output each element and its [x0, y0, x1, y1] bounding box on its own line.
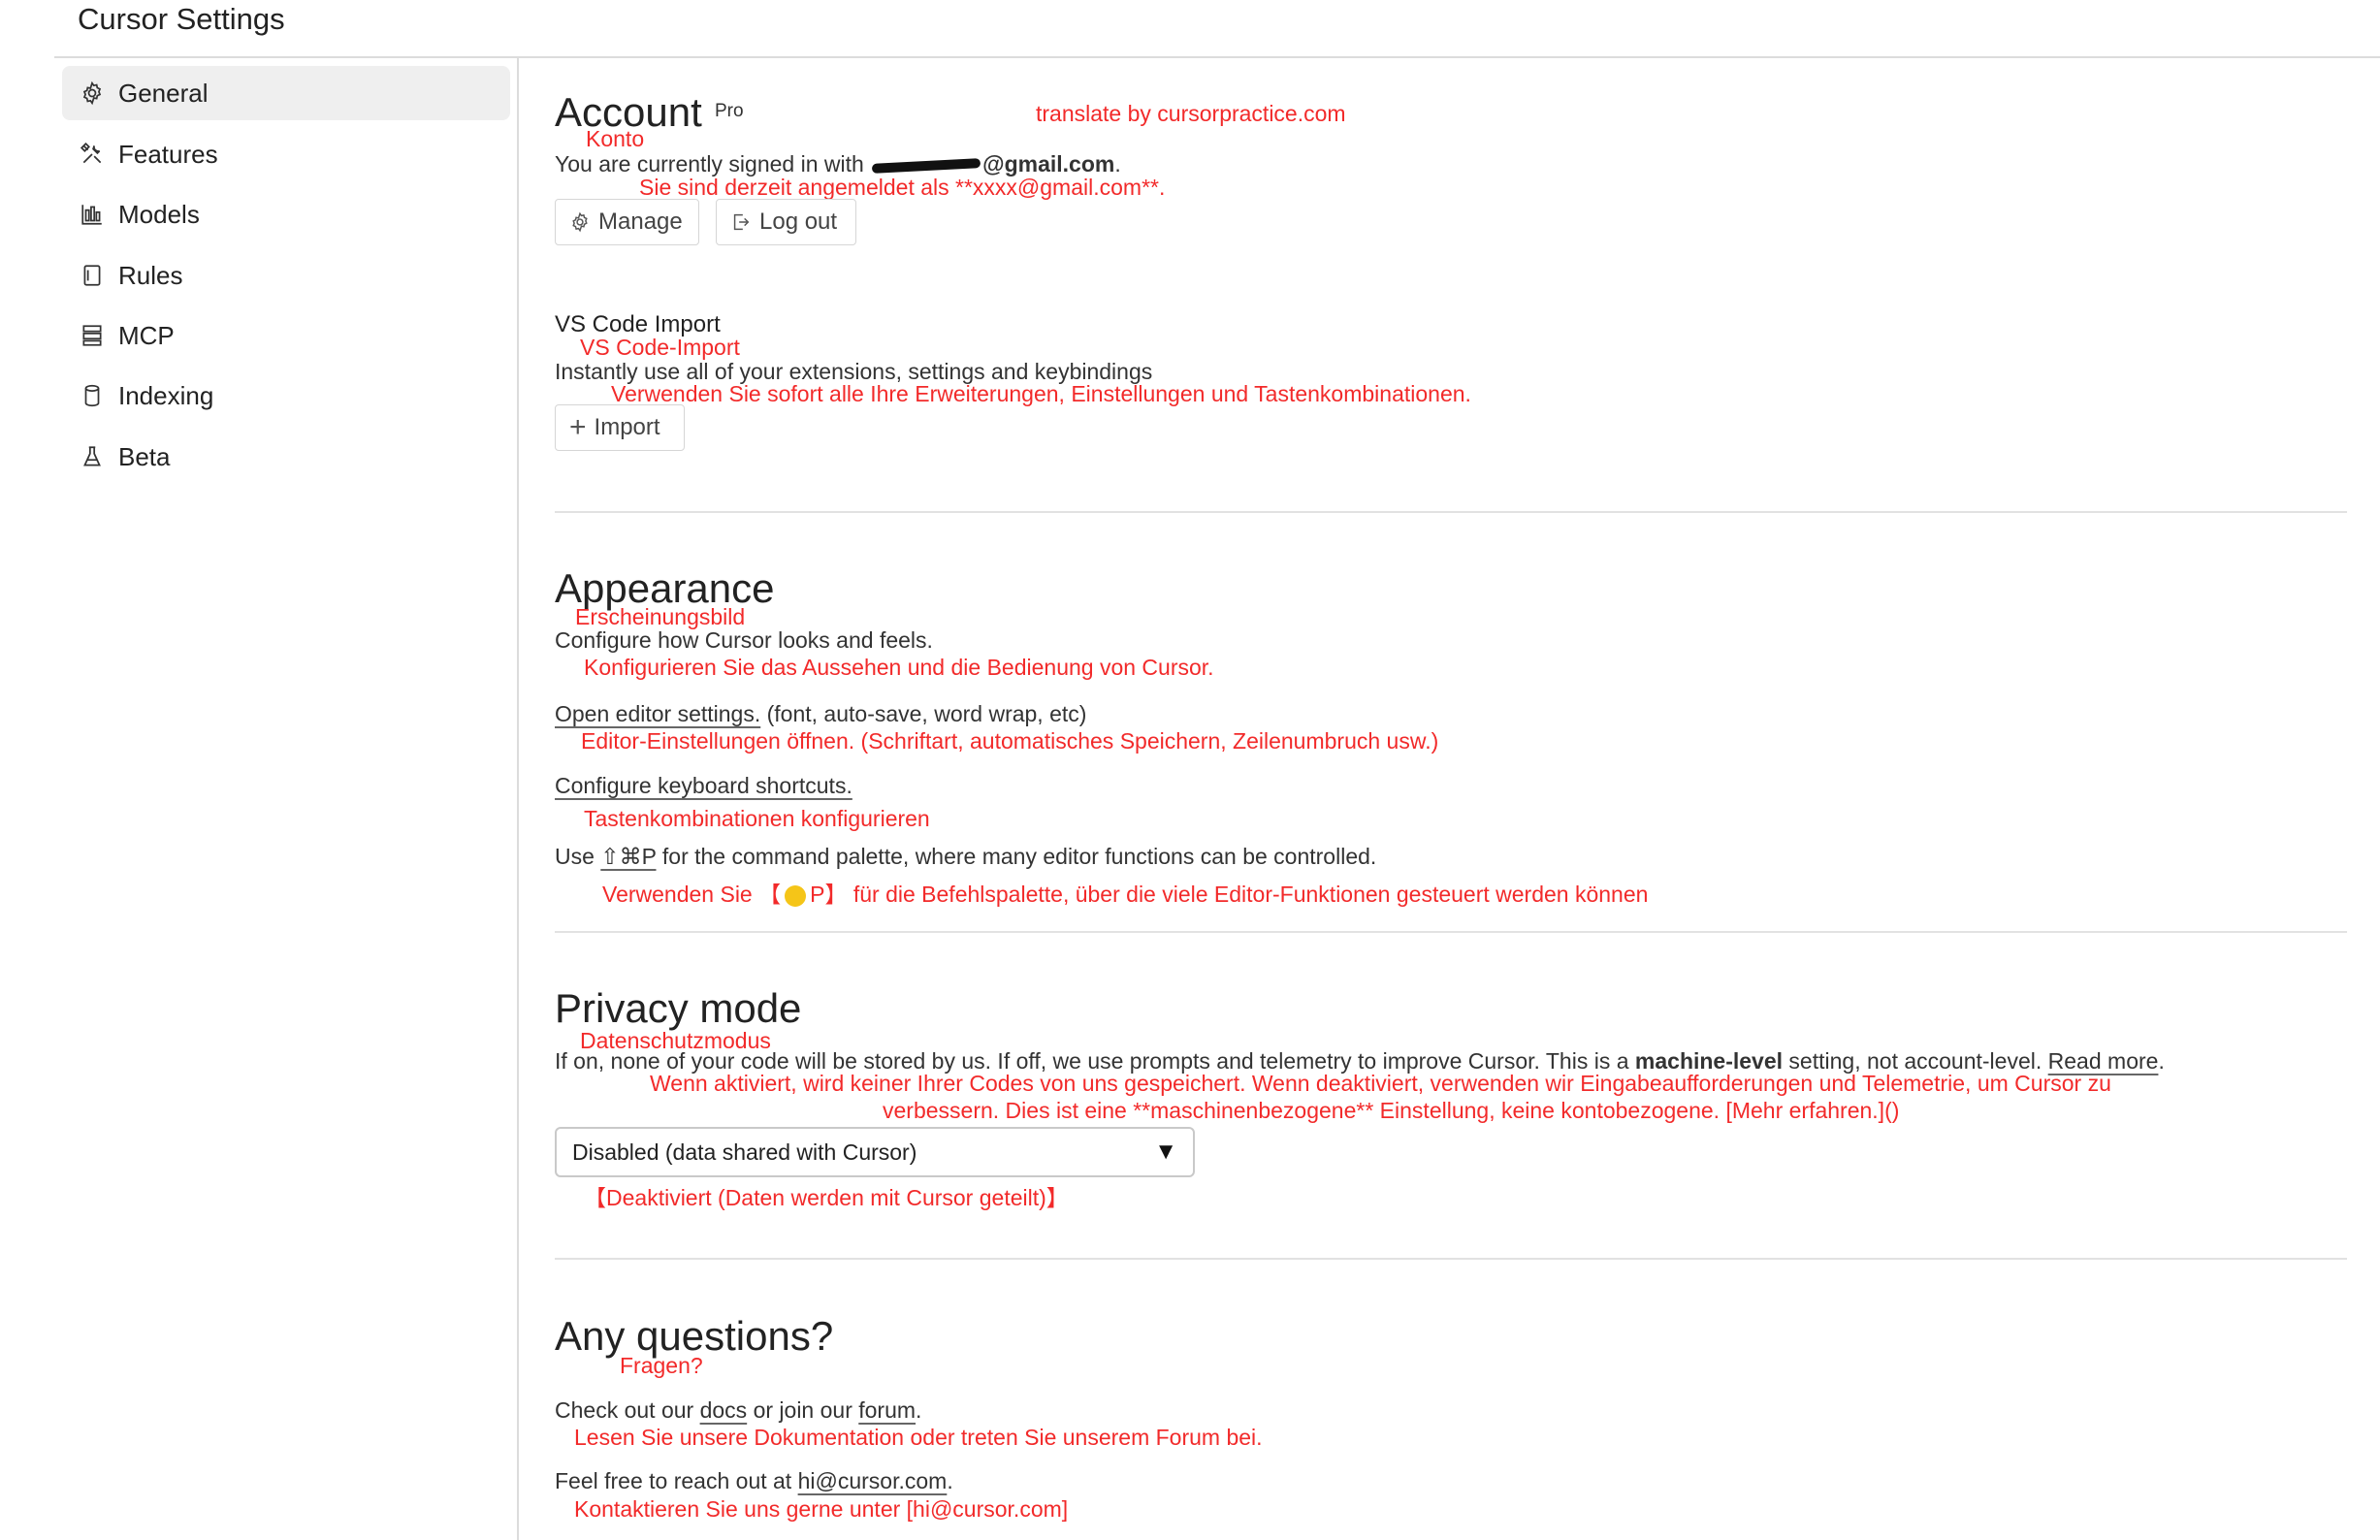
section-divider: [555, 931, 2347, 933]
sidebar-item-label: Beta: [118, 441, 171, 471]
sidebar-item-label: Indexing: [118, 380, 214, 410]
signed-in-email: @gmail.com: [982, 151, 1115, 176]
tools-icon: [78, 140, 107, 169]
import-button[interactable]: + Import: [555, 404, 685, 451]
import-label: Import: [594, 414, 660, 440]
sidebar-item-rules[interactable]: Rules: [62, 248, 510, 303]
sidebar-item-label: MCP: [118, 320, 175, 350]
sidebar-item-beta[interactable]: Beta: [62, 430, 510, 484]
gear-icon: [78, 79, 107, 108]
account-title-de: Konto: [586, 126, 645, 151]
open-editor-settings-link[interactable]: Open editor settings.: [555, 701, 760, 726]
emoji-icon: [785, 884, 807, 907]
section-divider: [555, 511, 2347, 513]
manage-button[interactable]: Manage: [555, 199, 699, 245]
appearance-description: Configure how Cursor looks and feels.: [555, 627, 933, 653]
server-icon: [78, 321, 107, 350]
privacy-description-de-1: Wenn aktiviert, wird keiner Ihrer Codes …: [650, 1071, 2111, 1096]
docs-link[interactable]: docs: [700, 1397, 748, 1423]
sidebar-item-features[interactable]: Features: [62, 127, 510, 181]
database-icon: [78, 381, 107, 410]
configure-shortcuts-link[interactable]: Configure keyboard shortcuts.: [555, 773, 852, 798]
privacy-title: Privacy mode: [555, 985, 802, 1031]
privacy-select-de: 【Deaktiviert (Daten werden mit Cursor ge…: [584, 1185, 1069, 1210]
sidebar-item-general[interactable]: General: [62, 66, 510, 120]
appearance-description-de: Konfigurieren Sie das Aussehen und die B…: [584, 655, 1214, 680]
translate-credit: translate by cursorpractice.com: [1036, 101, 1346, 126]
vscode-import-description-de: Verwenden Sie sofort alle Ihre Erweiteru…: [611, 381, 1471, 406]
keyboard-shortcuts-de: Tastenkombinationen konfigurieren: [584, 806, 930, 831]
questions-title-de: Fragen?: [620, 1353, 703, 1378]
sidebar-item-models[interactable]: Models: [62, 187, 510, 241]
editor-settings-row: Open editor settings. (font, auto-save, …: [555, 701, 1087, 726]
docs-forum-de: Lesen Sie unsere Dokumentation oder tret…: [574, 1425, 1263, 1450]
redacted-email: [871, 157, 981, 174]
chevron-down-icon: ▼: [1154, 1139, 1177, 1165]
sidebar-item-label: Features: [118, 139, 218, 169]
plus-icon: +: [569, 411, 587, 443]
title-divider: [54, 56, 2380, 58]
sidebar-item-label: General: [118, 78, 209, 108]
logout-button[interactable]: Log out: [716, 199, 856, 245]
appearance-title-de: Erscheinungsbild: [575, 604, 746, 629]
sidebar-item-mcp[interactable]: MCP: [62, 308, 510, 363]
vscode-import-title-de: VS Code-Import: [580, 335, 740, 360]
privacy-description-de-2: verbessern. Dies ist eine **maschinenbez…: [883, 1098, 1900, 1123]
sidebar-item-label: Rules: [118, 260, 183, 290]
forum-link[interactable]: forum: [858, 1397, 916, 1423]
gear-icon: [572, 211, 588, 233]
command-palette-de: Verwenden Sie 【P】 für die Befehlspalette…: [602, 882, 1649, 907]
contact-email-link[interactable]: hi@cursor.com: [798, 1468, 948, 1493]
signed-in-de: Sie sind derzeit angemeldet als **xxxx@g…: [639, 175, 1166, 200]
sidebar-item-label: Models: [118, 199, 200, 229]
command-palette-keys: ⇧⌘P: [600, 844, 657, 869]
contact-row: Feel free to reach out at hi@cursor.com.: [555, 1468, 953, 1493]
privacy-mode-select[interactable]: Disabled (data shared with Cursor) ▼: [555, 1127, 1195, 1177]
manage-label: Manage: [598, 209, 683, 235]
contact-de: Kontaktieren Sie uns gerne unter [hi@cur…: [574, 1496, 1069, 1522]
plan-badge: Pro: [715, 101, 744, 121]
editor-settings-de: Editor-Einstellungen öffnen. (Schriftart…: [581, 728, 1439, 754]
window-title: Cursor Settings: [78, 2, 285, 36]
command-palette-row: Use ⇧⌘P for the command palette, where m…: [555, 844, 1377, 869]
privacy-mode-value: Disabled (data shared with Cursor): [572, 1139, 917, 1165]
sidebar-item-indexing[interactable]: Indexing: [62, 369, 510, 423]
signed-in-text: You are currently signed in with @gmail.…: [555, 151, 1121, 176]
section-divider: [555, 1258, 2347, 1260]
sidebar-divider: [517, 56, 519, 1540]
logout-icon: [733, 213, 750, 231]
flask-icon: [78, 442, 107, 471]
docs-forum-row: Check out our docs or join our forum.: [555, 1397, 922, 1423]
bar-chart-icon: [78, 200, 107, 229]
logout-label: Log out: [759, 209, 838, 235]
document-icon: [78, 261, 107, 290]
keyboard-shortcuts-row: Configure keyboard shortcuts.: [555, 773, 852, 799]
